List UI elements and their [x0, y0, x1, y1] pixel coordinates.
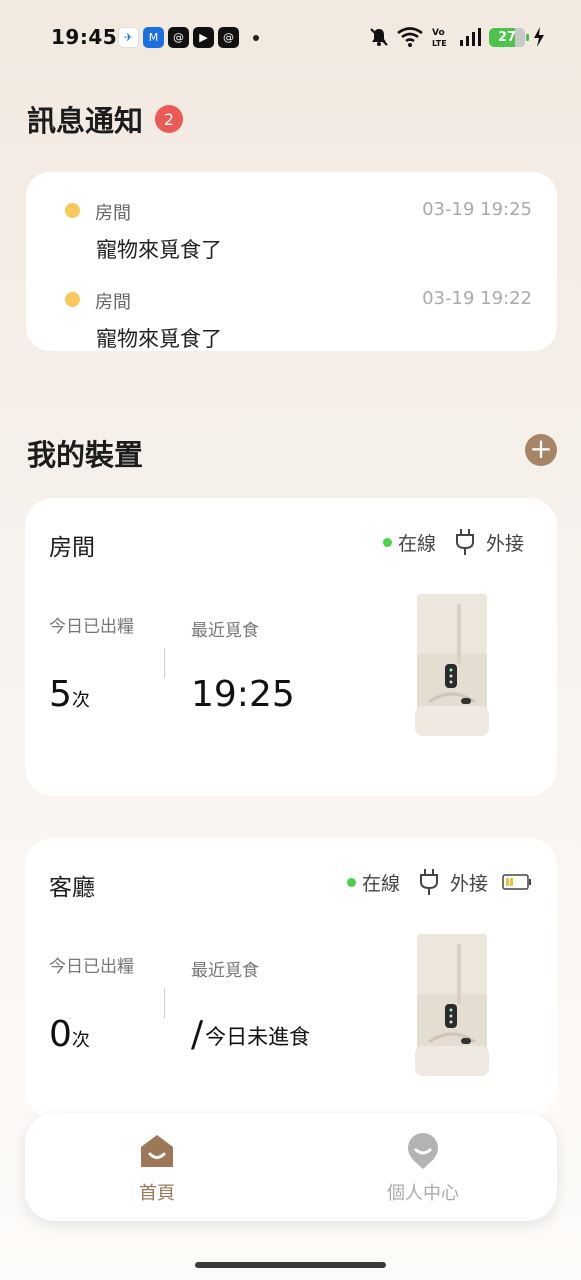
power-source: 外接 — [449, 872, 488, 895]
online-dot-icon — [346, 877, 356, 887]
recent-feeding-value: / 今日未進食 — [191, 1014, 311, 1055]
notification-count-badge: 2 — [155, 105, 184, 133]
home-icon — [141, 1135, 173, 1167]
notification-message: 寵物來覓食了 — [96, 327, 222, 351]
bottom-navigation: 首頁 個人中心 — [25, 1113, 557, 1221]
plus-icon: + — [529, 432, 553, 465]
app-notification-icon: ✈ — [118, 27, 139, 48]
signal-icon — [460, 28, 481, 46]
threads-icon: @ — [218, 27, 239, 48]
pet-feeder-image — [415, 594, 489, 736]
power-source: 外接 — [485, 532, 524, 555]
notification-device: 房間 — [95, 292, 131, 313]
svg-text:LTE: LTE — [432, 39, 447, 48]
mute-icon — [370, 28, 388, 46]
notifications-title: 訊息通知 — [27, 104, 144, 138]
device-status: 在線 外接 — [382, 528, 524, 556]
stat-divider — [164, 648, 165, 678]
pet-feeder-image — [415, 934, 489, 1076]
notification-dot — [65, 203, 80, 218]
online-status: 在線 — [361, 872, 400, 895]
status-bar: 19:45 ✈ M @ ▶ @ Vo LTE 27 — [0, 0, 581, 76]
device-card-living-room[interactable]: 客廳 在線 外接 今日已出糧 0次 最近覓食 / 今日未進食 — [25, 838, 557, 1118]
recent-feeding-label: 最近覓食 — [191, 621, 259, 641]
nav-profile[interactable]: 個人中心 — [363, 1133, 483, 1205]
recent-feeding-value: 19:25 — [191, 674, 295, 715]
notification-message: 寵物來覓食了 — [96, 238, 222, 262]
recent-feeding-label: 最近覓食 — [191, 961, 259, 981]
notification-item[interactable]: 房間 03-19 19:25 寵物來覓食了 — [26, 184, 557, 264]
notification-device: 房間 — [95, 203, 131, 224]
plug-icon — [455, 529, 474, 555]
notification-item[interactable]: 房間 03-19 19:22 寵物來覓食了 — [26, 273, 557, 353]
app-notification-icon: M — [143, 27, 164, 48]
wifi-icon — [397, 27, 423, 47]
nav-home[interactable]: 首頁 — [97, 1133, 217, 1205]
battery-icon: 27 — [489, 27, 529, 47]
nav-profile-label: 個人中心 — [387, 1183, 459, 1204]
fed-today-label: 今日已出糧 — [49, 617, 134, 637]
nav-home-label: 首頁 — [139, 1183, 175, 1204]
profile-icon — [408, 1133, 438, 1169]
add-device-button[interactable]: + — [525, 434, 557, 466]
stat-divider — [164, 988, 165, 1018]
system-indicators: Vo LTE 27 — [369, 26, 545, 48]
online-dot-icon — [382, 537, 392, 547]
device-status: 在線 外接 — [346, 868, 532, 896]
online-status: 在線 — [397, 532, 436, 555]
devices-title: 我的裝置 — [27, 438, 144, 472]
device-name: 房間 — [49, 535, 95, 561]
youtube-icon: ▶ — [193, 27, 214, 48]
fed-today-label: 今日已出糧 — [49, 957, 134, 977]
notification-time: 03-19 19:22 — [422, 288, 532, 309]
notifications-card[interactable]: 房間 03-19 19:25 寵物來覓食了 房間 03-19 19:22 寵物來… — [26, 172, 557, 351]
volte-icon: Vo LTE — [432, 28, 447, 48]
charging-icon — [534, 27, 544, 47]
fed-today-count: 5次 — [49, 674, 90, 715]
plug-icon — [419, 869, 438, 895]
notifications-header: 訊息通知 2 — [27, 98, 184, 140]
notification-time: 03-19 19:25 — [422, 199, 532, 220]
status-time: 19:45 — [51, 25, 118, 49]
svg-text:Vo: Vo — [432, 28, 445, 38]
device-card-room[interactable]: 房間 在線 外接 今日已出糧 5次 最近覓食 19:25 — [25, 498, 557, 796]
more-notifications-icon — [253, 34, 259, 41]
notification-app-icons: ✈ M @ ▶ @ — [118, 27, 259, 48]
notification-dot — [65, 292, 80, 307]
device-name: 客廳 — [49, 875, 95, 901]
battery-low-icon — [502, 874, 531, 890]
home-indicator[interactable] — [195, 1262, 386, 1268]
fed-today-count: 0次 — [49, 1014, 90, 1055]
threads-icon: @ — [168, 27, 189, 48]
